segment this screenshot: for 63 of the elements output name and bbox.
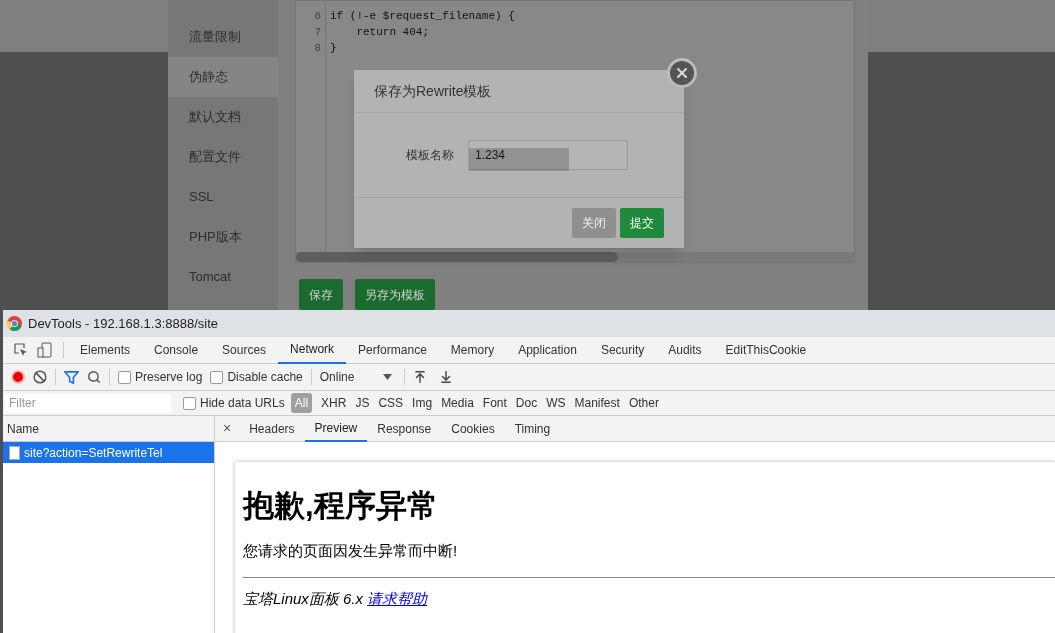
filter-field[interactable]: Filter: [5, 393, 171, 413]
close-tab-icon[interactable]: ×: [223, 418, 232, 439]
devtools-tab[interactable]: EditThisCookie: [713, 336, 819, 364]
help-link[interactable]: 请求帮助: [367, 587, 428, 610]
detail-tab[interactable]: Cookies: [441, 415, 505, 442]
code-line: return 404;: [355, 25, 431, 40]
checkbox[interactable]: [210, 370, 224, 384]
submit-button[interactable]: 提交: [620, 208, 664, 238]
type-filter[interactable]: Manifest: [570, 393, 624, 413]
type-filter[interactable]: Img: [408, 393, 437, 413]
type-filter[interactable]: Font: [478, 393, 511, 413]
detail-tab[interactable]: Timing: [504, 415, 561, 442]
devtools-tab[interactable]: Console: [142, 336, 211, 364]
throttle-dropdown[interactable]: Online: [319, 368, 392, 386]
upload-icon[interactable]: [412, 370, 427, 384]
footer-text: 宝塔Linux面板 6.x: [243, 588, 364, 609]
browser-logo-icon: [7, 316, 22, 331]
devtools-tab[interactable]: Elements: [68, 336, 143, 364]
clear-icon[interactable]: [33, 370, 47, 384]
line-number: 6: [314, 9, 321, 24]
devtools-tab[interactable]: Security: [588, 336, 657, 364]
inspect-icon[interactable]: [13, 342, 29, 358]
type-filter[interactable]: Doc: [511, 393, 542, 413]
checkbox-label: Hide data URLs: [200, 395, 285, 412]
type-filter[interactable]: Media: [437, 393, 478, 413]
devtools-tab[interactable]: Memory: [438, 336, 507, 364]
checkbox[interactable]: [183, 396, 196, 410]
checkbox-label: Disable cache: [227, 369, 303, 386]
caret-icon: [382, 374, 392, 380]
filter-icon[interactable]: [64, 369, 79, 385]
device-icon[interactable]: [37, 342, 53, 358]
line-number: 7: [314, 25, 321, 40]
request-row[interactable]: site?action=SetRewriteTel: [3, 442, 214, 463]
checkbox[interactable]: [118, 370, 131, 384]
devtools-tab[interactable]: Performance: [346, 336, 439, 364]
action-button[interactable]: 另存为模板: [355, 279, 435, 310]
search-icon[interactable]: [87, 370, 101, 384]
download-icon[interactable]: [438, 370, 453, 384]
line-number: 8: [314, 41, 321, 56]
document-icon: [9, 445, 20, 460]
sidebar-item[interactable]: 伪静态: [168, 57, 278, 97]
detail-tab[interactable]: Preview: [304, 415, 368, 442]
type-filter[interactable]: Other: [624, 393, 663, 413]
checkbox-label: Preserve log: [135, 369, 203, 386]
devtools-tab[interactable]: Audits: [656, 336, 714, 364]
detail-tab[interactable]: Headers: [239, 415, 305, 442]
code-line: }: [330, 41, 338, 56]
input-field[interactable]: 1.234: [468, 140, 628, 170]
type-filter[interactable]: CSS: [374, 393, 408, 413]
field-label: 模板名称: [406, 147, 454, 164]
detail-tab[interactable]: Response: [367, 415, 442, 442]
code-line: if (!-e $request_filename) {: [330, 9, 515, 24]
error-message: 您请求的页面因发生异常而中断!: [243, 541, 459, 561]
type-filter[interactable]: WS: [542, 393, 570, 413]
action-button[interactable]: 保存: [299, 279, 343, 310]
devtools-tab[interactable]: Application: [506, 336, 589, 364]
devtools-tab[interactable]: Sources: [210, 336, 279, 364]
window-title: DevTools - 192.168.1.3:8888/site: [28, 314, 219, 333]
record-icon[interactable]: [11, 370, 25, 384]
type-filter[interactable]: JS: [351, 393, 374, 413]
column-header: Name: [3, 416, 214, 442]
type-filter[interactable]: XHR: [317, 393, 351, 413]
error-heading: 抱歉,程序异常: [243, 487, 439, 525]
